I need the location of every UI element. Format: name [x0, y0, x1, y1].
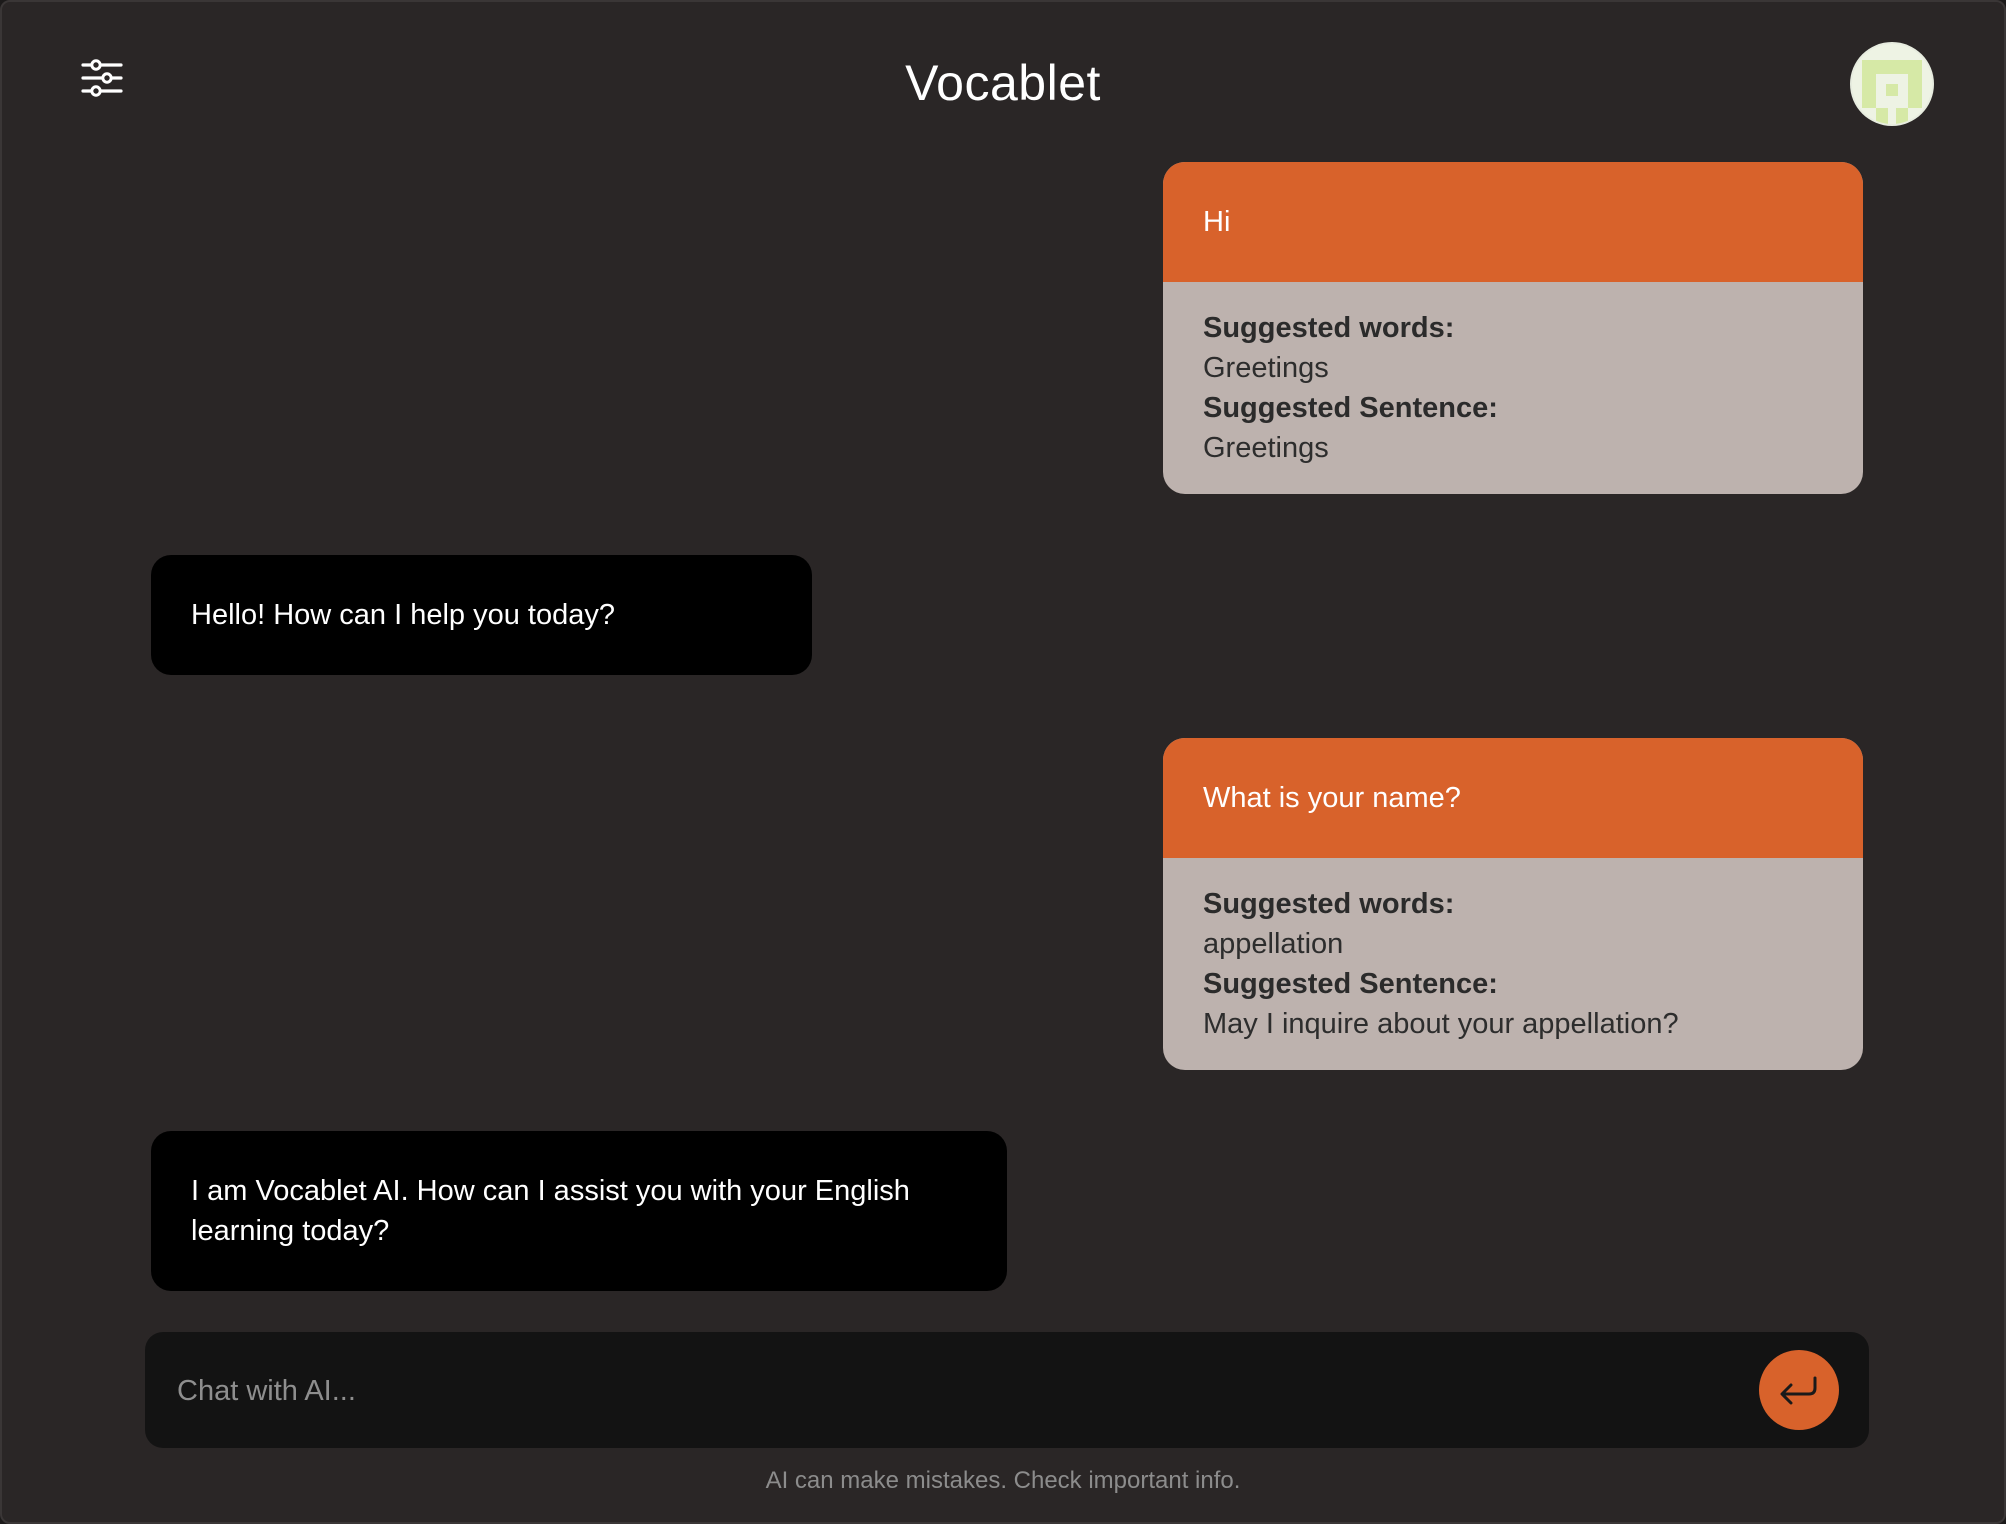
avatar-identicon-icon [1852, 44, 1932, 124]
suggested-sentence-value: May I inquire about your appellation? [1203, 1008, 1679, 1040]
suggested-words-label: Suggested words: [1203, 312, 1455, 344]
suggested-words-label: Suggested words: [1203, 888, 1455, 920]
enter-return-icon [1780, 1376, 1817, 1405]
suggested-words-value: Greetings [1203, 352, 1329, 384]
user-message-text: What is your name? [1163, 738, 1863, 858]
suggestion-panel: Suggested words: appellation Suggested S… [1163, 858, 1863, 1070]
suggested-sentence-value: Greetings [1203, 432, 1329, 464]
app-window: Vocablet Hi Suggested words: Greetings S… [0, 0, 2006, 1524]
user-message-text: Hi [1163, 162, 1863, 282]
chat-input[interactable] [175, 1360, 1679, 1422]
ai-message-bubble: I am Vocablet AI. How can I assist you w… [151, 1131, 1007, 1291]
ai-message-text: I am Vocablet AI. How can I assist you w… [191, 1175, 910, 1247]
ai-message-text: Hello! How can I help you today? [191, 599, 615, 631]
suggested-words-value: appellation [1203, 928, 1344, 960]
suggestion-panel: Suggested words: Greetings Suggested Sen… [1163, 282, 1863, 494]
ai-message-bubble: Hello! How can I help you today? [151, 555, 812, 675]
suggested-sentence-label: Suggested Sentence: [1203, 392, 1498, 424]
disclaimer-text: AI can make mistakes. Check important in… [765, 1467, 1241, 1494]
suggested-sentence-label: Suggested Sentence: [1203, 968, 1498, 1000]
user-message-card: Hi Suggested words: Greetings Suggested … [1163, 162, 1863, 494]
chat-input-bar [145, 1332, 1869, 1448]
user-message-card: What is your name? Suggested words: appe… [1163, 738, 1863, 1070]
page-title: Vocablet [905, 55, 1101, 111]
user-avatar[interactable] [1852, 44, 1932, 124]
send-button[interactable] [1759, 1350, 1839, 1430]
